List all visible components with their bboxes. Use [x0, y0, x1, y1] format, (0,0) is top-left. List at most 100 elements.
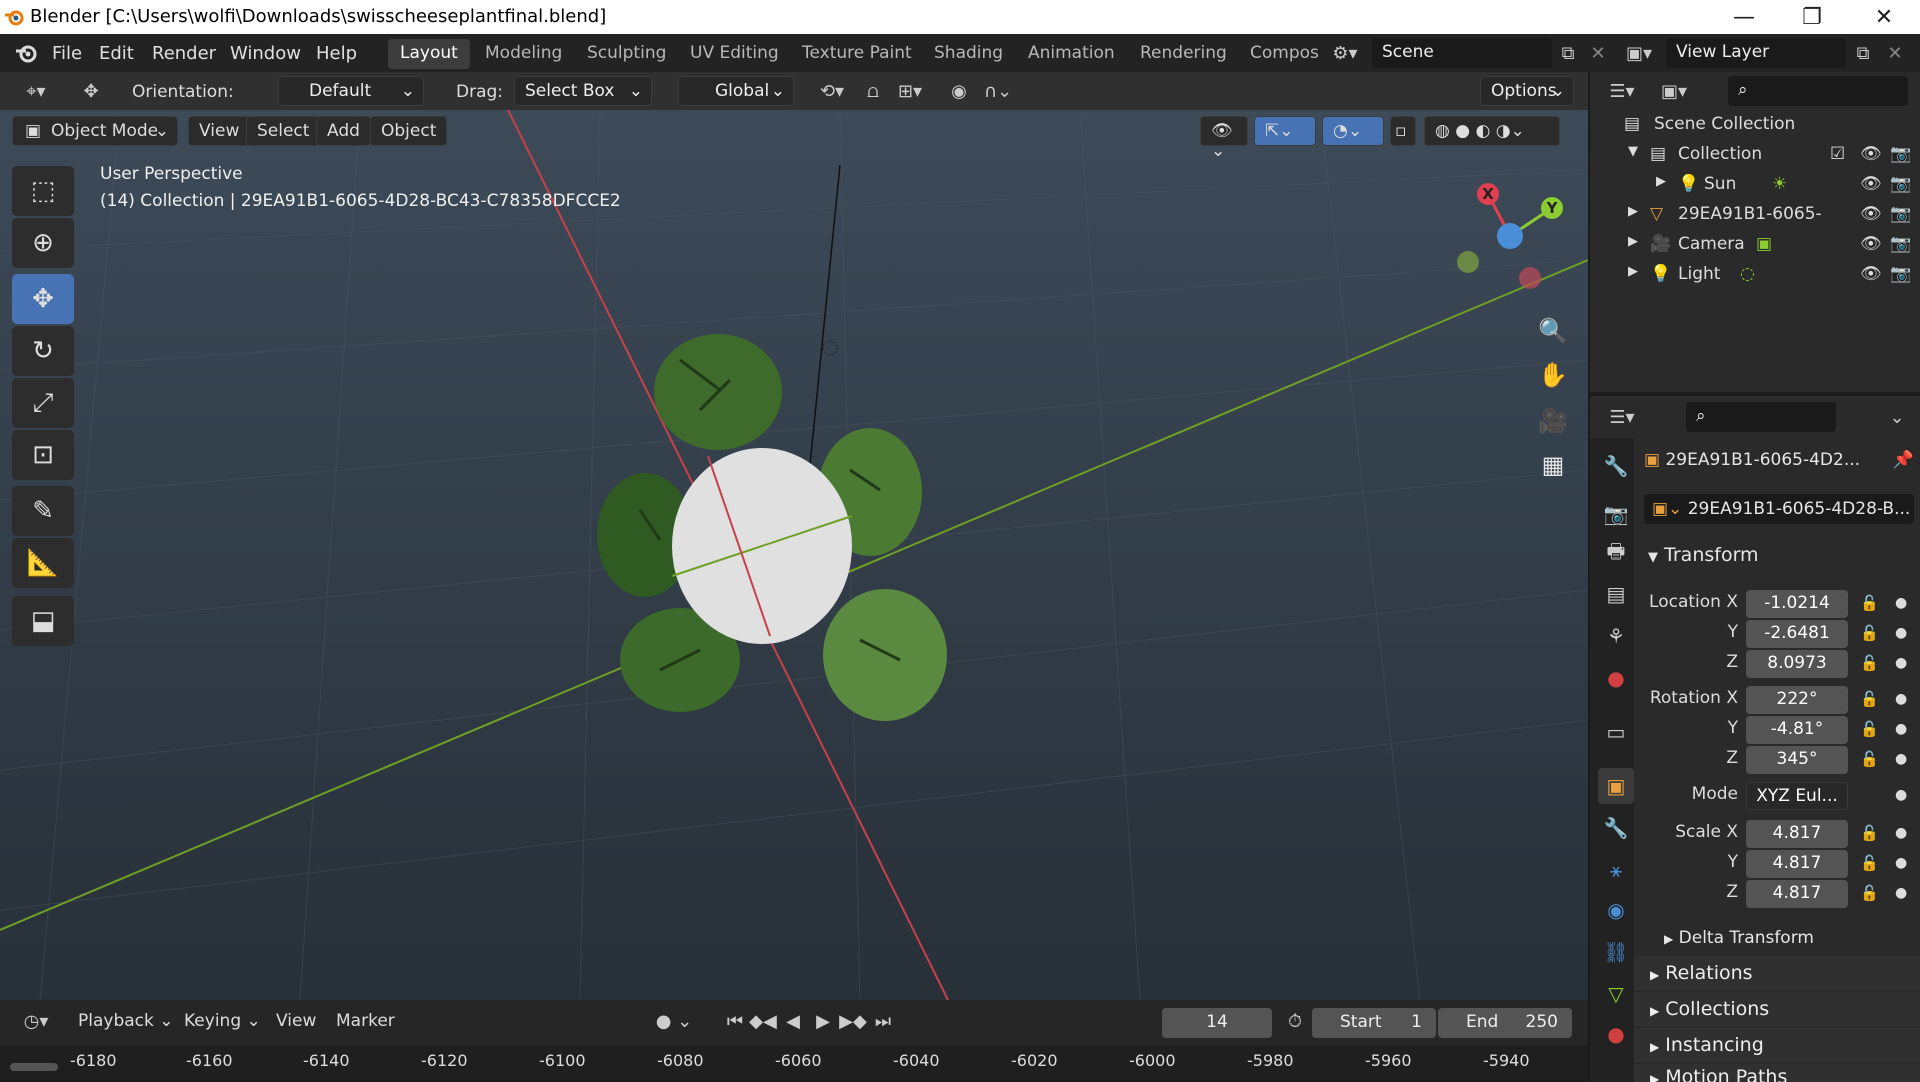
tab-compositing[interactable]: Compos	[1238, 39, 1318, 69]
collections-panel-header[interactable]: ▶ Collections	[1634, 992, 1920, 1026]
keyframe-dot-icon[interactable]: ●	[1895, 721, 1907, 737]
gizmo-toggle-icon[interactable]: ⇱⌄	[1254, 116, 1316, 146]
properties-search-input[interactable]: ⌕	[1686, 402, 1836, 432]
outliner-collection[interactable]: ▼ ▤ Collection ☑ 👁 📷	[1590, 144, 1920, 174]
material-tab-icon[interactable]: ●	[1598, 1016, 1634, 1052]
tab-shading[interactable]: Shading	[922, 39, 1015, 69]
keyframe-dot-icon[interactable]: ●	[1895, 625, 1907, 641]
render-tab-icon[interactable]: 📷	[1598, 496, 1634, 532]
delete-view-layer-icon[interactable]: ✕	[1880, 38, 1910, 68]
lock-icon[interactable]: 🔓	[1860, 884, 1879, 902]
chevron-down-icon[interactable]: ⌄	[1882, 402, 1912, 432]
camera-render-icon[interactable]: 📷	[1890, 144, 1911, 164]
timeline-menu-playback[interactable]: Playback ⌄	[78, 1011, 174, 1031]
scale-tool-icon[interactable]: ⤢	[12, 378, 74, 428]
shading-mode-icons[interactable]: ◍ ● ◐ ◑⌄	[1424, 116, 1560, 146]
jump-start-icon[interactable]: ⏮	[720, 1006, 750, 1036]
delete-scene-icon[interactable]: ✕	[1583, 38, 1613, 68]
timeline-menu-keying[interactable]: Keying ⌄	[184, 1011, 261, 1031]
end-frame-field[interactable]: End 250	[1438, 1008, 1572, 1038]
scene-tab-icon[interactable]: ⚘	[1598, 618, 1634, 654]
jump-end-icon[interactable]: ⏭	[868, 1006, 898, 1036]
object-data-field[interactable]: ▣⌄ 29EA91B1-6065-4D28-B...	[1644, 494, 1914, 524]
lock-icon[interactable]: 🔓	[1860, 690, 1879, 708]
pan-hand-icon[interactable]: ✋	[1532, 354, 1574, 396]
3d-viewport[interactable]: Object Mode ▣ ⌄ View Select Add Object Use…	[0, 110, 1588, 1000]
zoom-icon[interactable]: 🔍	[1532, 310, 1574, 352]
eye-icon[interactable]: 👁	[1860, 204, 1882, 224]
timeline-menu-view[interactable]: View	[276, 1011, 316, 1031]
snap-icon[interactable]: ⩍	[858, 76, 888, 106]
play-icon[interactable]: ▶	[808, 1006, 838, 1036]
play-reverse-icon[interactable]: ◀	[778, 1006, 808, 1036]
physics-tab-icon[interactable]: ◉	[1598, 892, 1634, 928]
timeline-editor-type-icon[interactable]: ◷▾	[14, 1006, 58, 1036]
options-dropdown[interactable]: Options ⌄	[1480, 76, 1574, 106]
orthographic-toggle-icon[interactable]: ▦	[1532, 444, 1574, 486]
collection-tab-icon[interactable]: ▭	[1598, 714, 1634, 750]
drag-dropdown[interactable]: Select Box ⌄	[514, 76, 652, 106]
viewport-menu-select[interactable]: Select	[246, 116, 321, 146]
stopwatch-icon[interactable]: ⏱	[1280, 1006, 1310, 1036]
outliner-search-input[interactable]: ⌕	[1728, 76, 1908, 106]
instancing-panel-header[interactable]: ▶ Instancing	[1634, 1028, 1920, 1062]
visibility-icon[interactable]: 👁⌄	[1200, 116, 1248, 161]
lock-icon[interactable]: 🔓	[1860, 654, 1879, 672]
next-keyframe-icon[interactable]: ▶◆	[838, 1006, 868, 1036]
tab-sculpting[interactable]: Sculpting	[575, 39, 678, 69]
eye-icon[interactable]: 👁	[1860, 234, 1882, 254]
rotation-z-field[interactable]: 345°	[1746, 746, 1848, 774]
keyframe-dot-icon[interactable]: ●	[1895, 855, 1907, 871]
viewport-menu-add[interactable]: Add	[316, 116, 371, 146]
lock-icon[interactable]: 🔓	[1860, 624, 1879, 642]
rotate-tool-icon[interactable]: ↻	[12, 326, 74, 376]
timeline-menu-marker[interactable]: Marker	[336, 1011, 395, 1031]
menu-help[interactable]: Help	[316, 43, 357, 64]
move-tool-icon[interactable]: ✥	[12, 274, 74, 324]
snap-target-icon[interactable]: ⊞▾	[888, 76, 932, 106]
location-x-field[interactable]: -1.0214	[1746, 590, 1848, 618]
maximize-button[interactable]: ❐	[1778, 0, 1846, 34]
orientation-dropdown[interactable]: Default ⌄	[278, 76, 424, 106]
eye-icon[interactable]: 👁	[1860, 264, 1882, 284]
start-frame-field[interactable]: Start 1	[1312, 1008, 1436, 1038]
outliner-item-camera[interactable]: ▶ 🎥 Camera ▣ 👁 📷	[1590, 234, 1920, 264]
annotate-tool-icon[interactable]: ✎	[12, 486, 74, 536]
close-button[interactable]: ✕	[1850, 0, 1918, 34]
transform-orientation-dropdown[interactable]: Global ⌄	[678, 76, 794, 106]
location-z-field[interactable]: 8.0973	[1746, 650, 1848, 678]
auto-keying-icon[interactable]: ● ⌄	[652, 1006, 696, 1036]
viewport-menu-object[interactable]: Object	[370, 116, 448, 146]
scale-y-field[interactable]: 4.817	[1746, 850, 1848, 878]
lock-icon[interactable]: 🔓	[1860, 824, 1879, 842]
lock-icon[interactable]: 🔓	[1860, 720, 1879, 738]
eye-icon[interactable]: 👁	[1860, 144, 1882, 164]
scale-x-field[interactable]: 4.817	[1746, 820, 1848, 848]
prev-keyframe-icon[interactable]: ◆◀	[748, 1006, 778, 1036]
tab-modeling[interactable]: Modeling	[473, 39, 574, 69]
camera-view-icon[interactable]: 🎥	[1532, 400, 1574, 442]
xray-toggle-icon[interactable]: ▫	[1390, 116, 1416, 146]
proportional-edit-icon[interactable]: ◉	[944, 76, 974, 106]
outliner-editor-type-icon[interactable]: ☰▾	[1600, 76, 1644, 106]
data-tab-icon[interactable]: ▽	[1598, 976, 1634, 1012]
menu-edit[interactable]: Edit	[99, 43, 134, 64]
output-tab-icon[interactable]: 🖶	[1598, 536, 1634, 572]
eye-icon[interactable]: 👁	[1860, 174, 1882, 194]
keyframe-dot-icon[interactable]: ●	[1895, 691, 1907, 707]
editor-type-icon[interactable]: ⌖▾	[16, 76, 56, 106]
lock-icon[interactable]: 🔓	[1860, 594, 1879, 612]
transform-tool-icon[interactable]: ⊡	[12, 430, 74, 480]
menu-file[interactable]: File	[52, 43, 82, 64]
scene-browse-icon[interactable]: ⚙▾	[1330, 38, 1360, 68]
tab-rendering[interactable]: Rendering	[1128, 39, 1239, 69]
view-layer-browse-icon[interactable]: ▣▾	[1624, 38, 1654, 68]
keyframe-dot-icon[interactable]: ●	[1895, 825, 1907, 841]
outliner-scene-collection[interactable]: ▤ Scene Collection	[1590, 114, 1920, 144]
constraints-tab-icon[interactable]: ⛓	[1598, 934, 1634, 970]
viewport-menu-view[interactable]: View	[188, 116, 251, 146]
scene-field[interactable]: Scene	[1372, 38, 1552, 68]
tab-texture-paint[interactable]: Texture Paint	[790, 39, 924, 69]
view-layer-field[interactable]: View Layer	[1666, 38, 1846, 68]
camera-render-icon[interactable]: 📷	[1890, 234, 1911, 254]
